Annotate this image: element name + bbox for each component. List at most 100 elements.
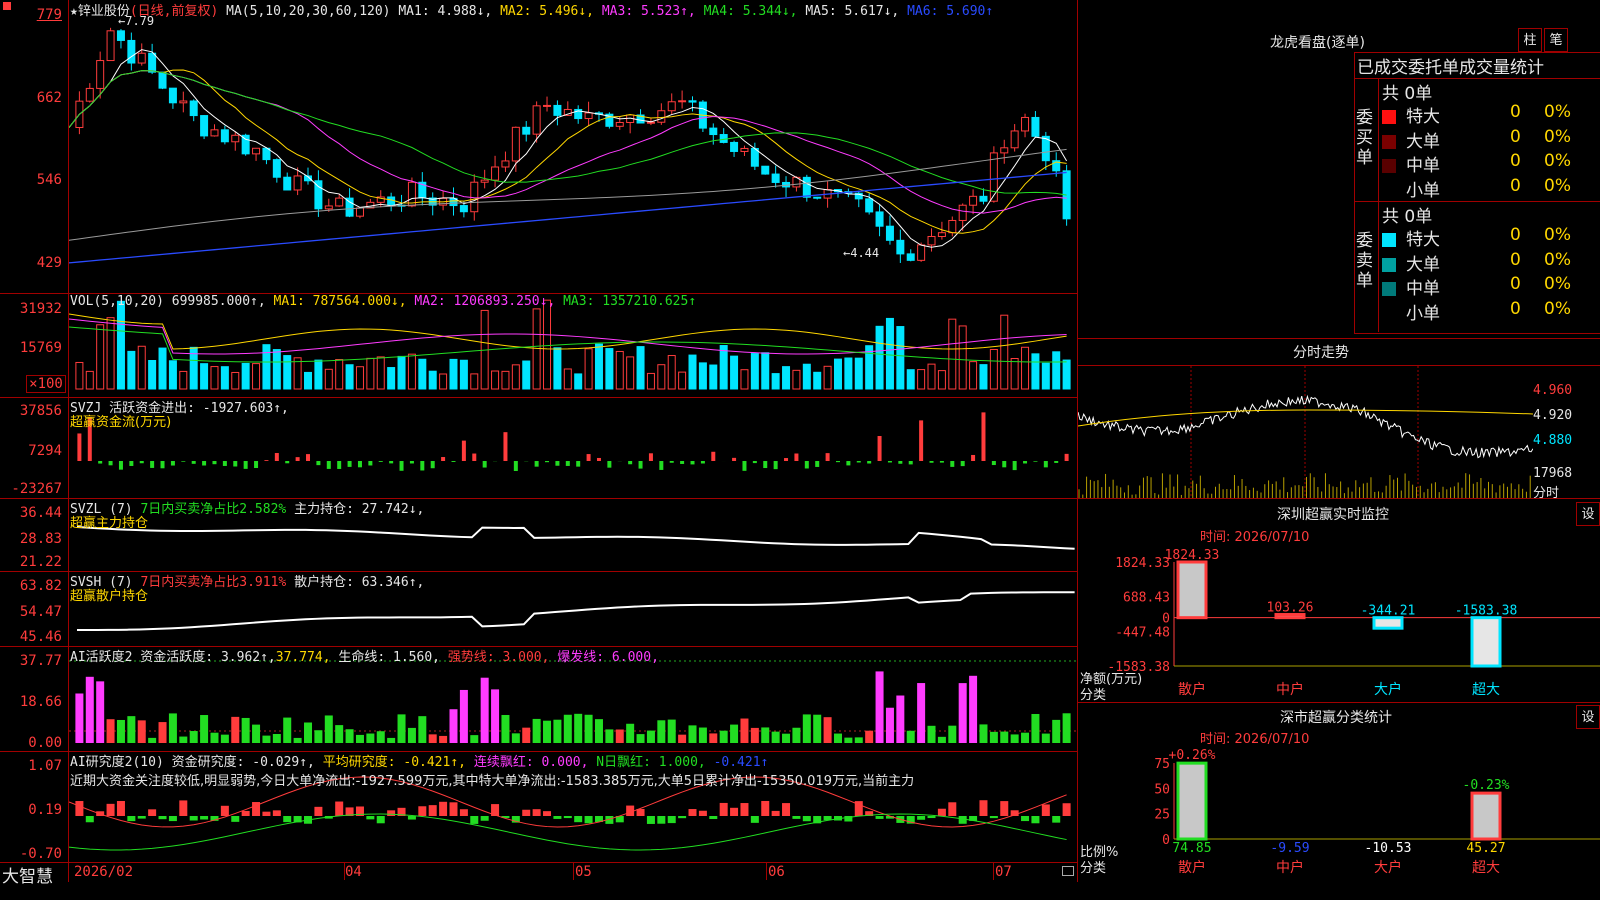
volume-bar: [802, 363, 811, 390]
activity-bar: [501, 714, 510, 743]
activity-bar: [969, 675, 978, 743]
activity-bar: [116, 719, 125, 743]
flow-bar: [565, 461, 570, 466]
activity-bar: [231, 716, 240, 743]
activity-bar: [730, 724, 739, 743]
monitor-chart[interactable]: 1824.33688.430-447.48-1583.381824.33散户10…: [1078, 540, 1600, 705]
ma5-value: MA5: 5.617↓,: [805, 4, 900, 19]
flow-bar: [887, 461, 892, 463]
volume-bar: [387, 367, 396, 390]
order-row-pct: 0%: [1544, 249, 1571, 270]
sell-side-label: 委卖单: [1356, 231, 1373, 291]
research-bar: [449, 802, 458, 816]
flow-bar: [628, 461, 633, 465]
activity-bar: [761, 727, 770, 743]
svsh-sub: 超赢散户持仓: [70, 589, 149, 604]
order-row-vol: 0: [1510, 298, 1521, 319]
flow-bar: [773, 461, 778, 470]
research-bar: [553, 816, 562, 819]
flow-bar: [752, 461, 757, 464]
flow-bar: [742, 461, 747, 471]
volume-bar: [657, 364, 666, 390]
candle-body: [96, 60, 105, 89]
candle-body: [511, 126, 520, 162]
volume-bar: [761, 352, 770, 390]
volume-bar: [324, 368, 333, 390]
volume-bar: [106, 317, 115, 390]
volume-bar: [200, 363, 209, 390]
candle-body: [522, 126, 531, 135]
activity-bar: [459, 689, 468, 743]
svzj-y-label: -23267: [11, 481, 62, 497]
activity-bar: [418, 716, 427, 743]
candle-body: [948, 219, 957, 234]
volume-bar: [1031, 353, 1040, 390]
volume-bar: [1062, 359, 1071, 390]
ai1-y-label: 37.77: [19, 653, 62, 669]
order-row-vol: 0: [1510, 249, 1521, 270]
activity-bar: [615, 729, 624, 743]
vol-unit-label[interactable]: ×100: [26, 375, 66, 393]
candle-body: [750, 147, 759, 167]
flow-bar: [98, 461, 103, 464]
class-chart[interactable]: 7550250+0.26%74.85散户-9.59中户-10.53大户-0.23…: [1078, 744, 1600, 900]
candle-body: [179, 100, 188, 104]
activity-bar: [667, 719, 676, 743]
volume-bar: [823, 365, 832, 390]
volume-bar: [969, 361, 978, 390]
volume-bar: [948, 318, 957, 390]
volume-bar: [553, 347, 562, 390]
volume-bar: [574, 373, 583, 390]
volume-bar: [927, 363, 936, 390]
candle-body: [85, 87, 94, 102]
vol-header: VOL(5,10,20) 699985.000↑, MA1: 787564.00…: [70, 294, 696, 309]
vol-ma1: MA1: 787564.000↓,: [273, 294, 407, 309]
monitor-cat-label: 超大: [1472, 682, 1500, 698]
candle-body: [615, 121, 624, 127]
volume-bar: [366, 357, 375, 390]
candle-body: [688, 100, 697, 103]
class-value-label: 45.27: [1466, 841, 1505, 856]
flow-bar: [815, 461, 820, 467]
volume-bar: [782, 366, 791, 390]
research-bar: [366, 816, 375, 820]
activity-bar: [802, 714, 811, 743]
buy-total: 共 0单: [1382, 84, 1433, 104]
research-bar: [116, 801, 125, 816]
activity-bar: [792, 727, 801, 743]
order-row-name: 大单: [1406, 131, 1440, 152]
monitor-settings-button[interactable]: 设: [1576, 502, 1600, 526]
flow-bar: [451, 461, 456, 462]
flow-bar: [763, 461, 768, 469]
order-row-name: 中单: [1406, 279, 1440, 299]
candle-body: [1000, 147, 1009, 154]
candle-body: [584, 112, 593, 120]
volume-bar: [449, 358, 458, 390]
x-tick: [993, 862, 994, 880]
volume-bar: [355, 366, 364, 390]
order-row: 大单 0 0%: [1382, 249, 1600, 275]
volume-bar: [345, 364, 354, 390]
ai2-header: AI研究度2(10) 资金研究度: -0.029↑, 平均研究度: -0.421…: [70, 751, 768, 770]
candle-body: [958, 204, 967, 221]
research-bar: [189, 816, 198, 821]
bar-mode-button[interactable]: 柱: [1518, 28, 1542, 52]
monitor-cat-label: 中户: [1276, 681, 1304, 698]
flow-bar: [118, 461, 123, 470]
kline-chart[interactable]: [69, 0, 1077, 293]
volume-bar: [179, 370, 188, 390]
ma120-line: [69, 171, 1067, 264]
intraday-chart[interactable]: [1078, 366, 1533, 498]
activity-bar: [854, 737, 863, 743]
flow-bar: [202, 461, 207, 466]
monitor-bar-label: 103.26: [1267, 601, 1314, 616]
tick-mode-button[interactable]: 笔: [1544, 28, 1568, 52]
class-settings-button[interactable]: 设: [1576, 705, 1600, 729]
volume-bar: [833, 358, 842, 390]
volume-chart[interactable]: [69, 294, 1077, 397]
lock-icon[interactable]: [1062, 866, 1074, 876]
svsh-y-label: 63.82: [19, 578, 62, 594]
order-row-name: 大单: [1406, 254, 1440, 275]
flow-bar: [700, 461, 705, 464]
research-bar: [1052, 816, 1061, 823]
